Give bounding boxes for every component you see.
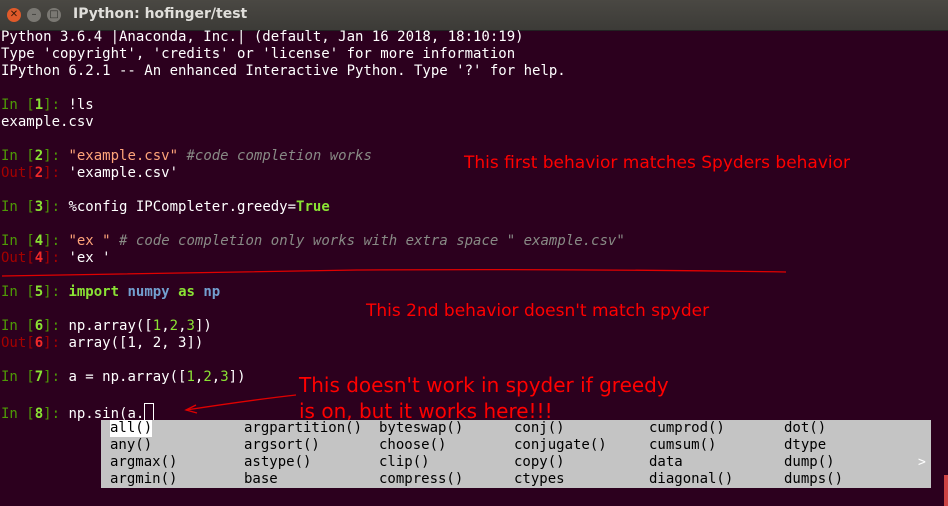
- completion-item[interactable]: data: [649, 454, 683, 471]
- separator-underline: [1, 268, 787, 277]
- completion-item[interactable]: argsort(): [244, 437, 320, 454]
- completion-item[interactable]: byteswap(): [379, 420, 463, 437]
- completion-item[interactable]: dump(): [784, 454, 835, 471]
- more-completions-icon[interactable]: >: [918, 455, 926, 470]
- completion-item[interactable]: dumps(): [784, 471, 843, 488]
- completion-item[interactable]: clip(): [379, 454, 430, 471]
- completion-item[interactable]: conj(): [514, 420, 565, 437]
- completion-popup[interactable]: all() any() argmax() argmin() argpartiti…: [101, 420, 931, 488]
- completion-item[interactable]: compress(): [379, 471, 463, 488]
- completion-item[interactable]: base: [244, 471, 278, 488]
- completion-item[interactable]: dtype: [784, 437, 826, 454]
- completion-item[interactable]: cumprod(): [649, 420, 725, 437]
- completion-item[interactable]: argmax(): [110, 454, 177, 471]
- completion-item[interactable]: diagonal(): [649, 471, 733, 488]
- completion-item[interactable]: astype(): [244, 454, 311, 471]
- completion-item[interactable]: choose(): [379, 437, 446, 454]
- completion-item[interactable]: argmin(): [110, 471, 177, 488]
- completion-item[interactable]: dot(): [784, 420, 826, 437]
- completion-item[interactable]: argpartition(): [244, 420, 362, 437]
- annotation-note-2: This 2nd behavior doesn't match spyder: [366, 301, 710, 321]
- completion-item[interactable]: any(): [110, 437, 152, 454]
- completion-item[interactable]: copy(): [514, 454, 565, 471]
- completion-item[interactable]: ctypes: [514, 471, 565, 488]
- annotation-note-1: This first behavior matches Spyders beha…: [464, 153, 851, 173]
- arrow-line: [185, 394, 297, 411]
- window-edge: [944, 475, 948, 506]
- completion-item[interactable]: conjugate(): [514, 437, 607, 454]
- annotation-note-3: This doesn't work in spyder if greedy: [299, 373, 669, 397]
- completion-item[interactable]: all(): [110, 420, 153, 437]
- completion-item[interactable]: cumsum(): [649, 437, 716, 454]
